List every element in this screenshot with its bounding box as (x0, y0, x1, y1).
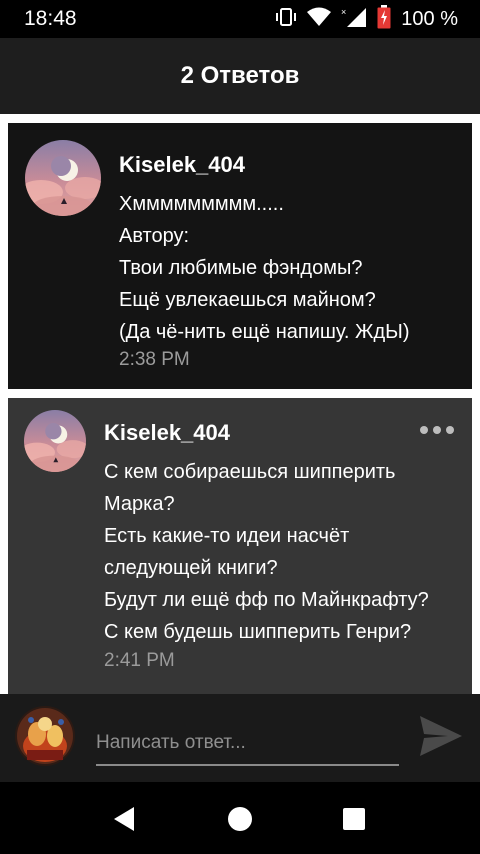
compose-bar (0, 694, 480, 782)
battery-percent: 100 % (401, 7, 458, 30)
header: 2 Ответов (0, 38, 480, 114)
reply-line: С кем будешь шипперить Генри? (104, 621, 412, 643)
page-title: 2 Ответов (180, 62, 300, 89)
avatar[interactable] (25, 140, 101, 216)
main-comment[interactable]: Kiselek_404 Хммммммммм..... Автору: Твои… (8, 123, 472, 389)
signal-icon: × (341, 6, 367, 33)
status-time: 18:48 (24, 7, 77, 30)
reply-comment[interactable]: Kiselek_404 С кем собираешься шипперить … (8, 398, 472, 694)
comment-username[interactable]: Kiselek_404 (119, 152, 245, 178)
svg-text:×: × (341, 7, 346, 17)
battery-icon (377, 4, 391, 34)
more-options-icon[interactable] (420, 426, 454, 434)
reply-username[interactable]: Kiselek_404 (104, 420, 230, 446)
recent-apps-icon[interactable] (337, 802, 371, 836)
avatar[interactable] (24, 410, 86, 472)
comment-time: 2:38 PM (119, 349, 190, 370)
comment-line: Ещё увлекаешься майном? (119, 289, 376, 311)
reply-line: Марка? (104, 493, 175, 515)
comment-line: Твои любимые фэндомы? (119, 257, 363, 279)
reply-input[interactable] (96, 716, 399, 766)
content-area[interactable]: Kiselek_404 Хммммммммм..... Автору: Твои… (0, 114, 480, 694)
current-user-avatar[interactable] (15, 706, 75, 766)
reply-line: С кем собираешься шипперить (104, 461, 396, 483)
wifi-icon (307, 7, 332, 32)
status-bar: 18:48 × 100 % (0, 0, 480, 38)
reply-line: Будут ли ещё фф по Майнкрафту? (104, 589, 429, 611)
comment-line: (Да чё-нить ещё напишу. ЖдЫ) (119, 321, 410, 343)
status-icons: × 100 % (275, 4, 458, 34)
comment-line: Хммммммммм..... (119, 193, 284, 215)
back-icon[interactable] (108, 802, 142, 836)
system-nav-bar (0, 782, 480, 854)
reply-line: Есть какие-то идеи насчёт (104, 525, 350, 547)
reply-line: следующей книги? (104, 557, 278, 579)
home-icon[interactable] (223, 802, 257, 836)
reply-time: 2:41 PM (104, 650, 175, 671)
vibrate-icon (275, 7, 297, 31)
comment-line: Автору: (119, 225, 190, 247)
send-icon[interactable] (418, 714, 464, 758)
